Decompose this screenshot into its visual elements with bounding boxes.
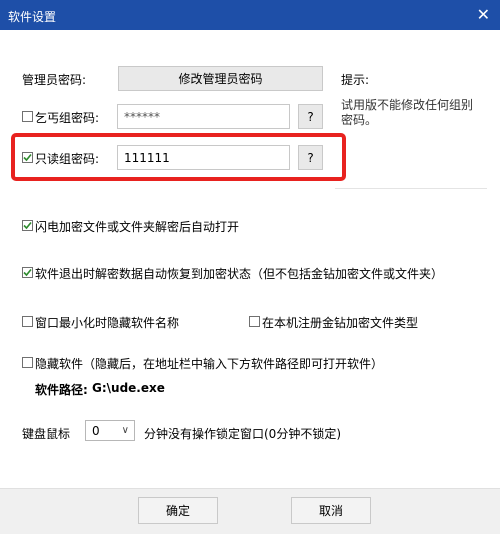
admin-password-label: 管理员密码:: [22, 73, 87, 87]
readonly-password-help-button[interactable]: ?: [298, 145, 323, 170]
readonly-help-label: ?: [307, 150, 314, 165]
hide-software-checkbox[interactable]: [22, 357, 33, 368]
lock-minutes-value: 0: [92, 423, 100, 438]
minimize-hide-checkbox[interactable]: [22, 316, 33, 327]
check-icon: [23, 221, 32, 230]
minimize-hide-label: 窗口最小化时隐藏软件名称: [35, 316, 180, 330]
beggar-password-value: ******: [124, 109, 160, 124]
lock-suffix: 分钟没有操作锁定窗口(0分钟不锁定): [144, 427, 341, 441]
check-icon: [23, 268, 32, 277]
software-path-label: 软件路径:: [35, 383, 88, 397]
auto-restore-label: 软件退出时解密数据自动恢复到加密状态（但不包括金钻加密文件或文件夹）: [35, 267, 444, 281]
register-type-checkbox[interactable]: [249, 316, 260, 327]
flash-open-label: 闪电加密文件或文件夹解密后自动打开: [35, 220, 240, 234]
title-bar: 软件设置 ✕: [0, 0, 500, 30]
beggar-password-checkbox[interactable]: [22, 111, 33, 122]
ok-label: 确定: [165, 504, 190, 518]
readonly-password-checkbox[interactable]: [22, 152, 33, 163]
register-type-label: 在本机注册金钻加密文件类型: [262, 316, 419, 330]
flash-open-checkbox[interactable]: [22, 220, 33, 231]
beggar-help-label: ?: [307, 109, 314, 124]
lock-minutes-select[interactable]: 0 ∨: [85, 420, 135, 441]
change-admin-password-button[interactable]: 修改管理员密码: [118, 66, 323, 91]
software-path-value: G:\ude.exe: [92, 381, 165, 395]
readonly-password-input[interactable]: 111111: [117, 145, 290, 170]
change-admin-password-label: 修改管理员密码: [178, 72, 263, 86]
beggar-password-label: 乞丐组密码:: [35, 111, 100, 125]
cancel-label: 取消: [318, 504, 343, 518]
footer-bar: [0, 488, 500, 534]
cancel-button[interactable]: 取消: [291, 497, 371, 524]
window-title: 软件设置: [8, 10, 57, 24]
hide-software-label: 隐藏软件（隐藏后，在地址栏中输入下方软件路径即可打开软件）: [35, 357, 384, 371]
check-icon: [23, 153, 32, 162]
auto-restore-checkbox[interactable]: [22, 267, 33, 278]
close-icon[interactable]: ✕: [477, 5, 490, 24]
beggar-password-input[interactable]: ******: [117, 104, 290, 129]
hint-text-line2: 密码。: [341, 113, 378, 127]
divider: [335, 188, 487, 189]
readonly-password-value: 111111: [124, 150, 170, 165]
beggar-password-help-button[interactable]: ?: [298, 104, 323, 129]
lock-label: 键盘鼠标: [22, 427, 71, 441]
ok-button[interactable]: 确定: [138, 497, 218, 524]
hint-title: 提示:: [341, 73, 370, 87]
chevron-down-icon: ∨: [121, 425, 129, 436]
readonly-password-label: 只读组密码:: [35, 152, 100, 166]
